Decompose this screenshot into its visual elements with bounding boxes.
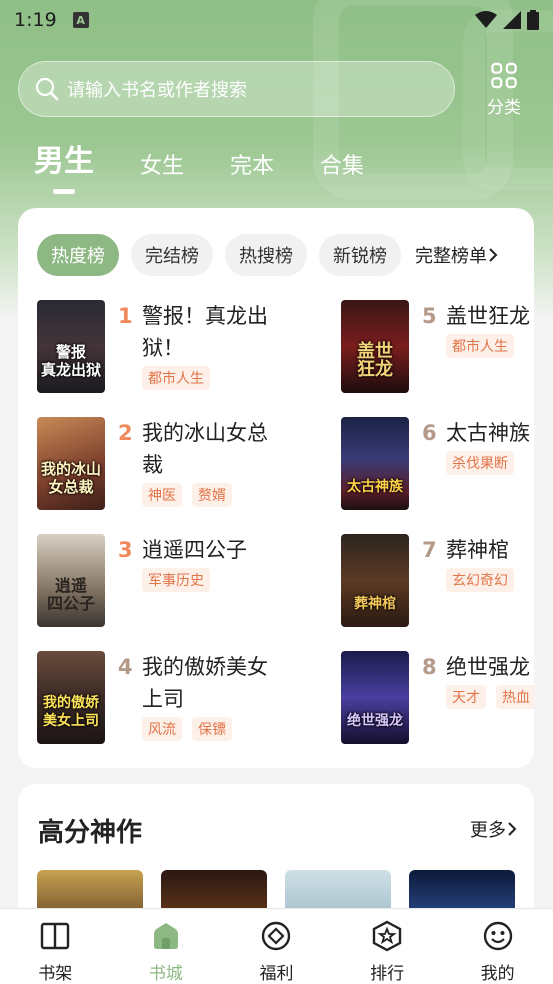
search-input[interactable]: 请输入书名或作者搜索 [18, 61, 455, 117]
tag: 杀伐果断 [446, 451, 514, 475]
rank-tab-hot-search[interactable]: 热搜榜 [225, 234, 307, 276]
book-list: 警报 真龙出狱 1 警报！真龙出狱！ 都市人生 我的冰山 女总裁 2 我的冰山女… [37, 300, 534, 760]
book-title: 逍遥四公子 [142, 538, 247, 562]
nav-bookstore[interactable]: 书城 [111, 909, 222, 984]
tag: 天才 [446, 685, 486, 709]
full-ranking-link[interactable]: 完整榜单 [415, 242, 499, 268]
rank-tab-popular[interactable]: 热度榜 [37, 234, 119, 276]
battery-icon [527, 10, 539, 30]
wifi-icon [475, 11, 497, 28]
cover-title: 我的冰山 女总裁 [40, 460, 101, 496]
rank-tab-finished[interactable]: 完结榜 [131, 234, 213, 276]
rank-number: 8 [422, 655, 437, 679]
chevron-right-icon [489, 248, 498, 262]
tag: 都市人生 [446, 334, 514, 358]
search-placeholder: 请输入书名或作者搜索 [67, 80, 247, 101]
book-item[interactable]: 盖世 狂龙 5 盖世狂龙 都市人生 [341, 300, 534, 394]
book-cover: 太古神族 [341, 417, 409, 510]
cover-title: 盖世 狂龙 [357, 341, 393, 380]
cover-title: 太古神族 [347, 479, 403, 495]
rank-number: 6 [422, 421, 437, 445]
book-item[interactable]: 逍遥 四公子 3 逍遥四公子 军事历史 [37, 534, 278, 628]
tab-collection[interactable]: 合集 [320, 140, 364, 180]
book-cover: 葬神棺 [341, 534, 409, 627]
star-badge-icon [372, 920, 402, 952]
rank-number: 1 [118, 304, 133, 328]
book-title: 我的傲娇美女上司 [142, 655, 268, 711]
book-title: 我的冰山女总裁 [142, 421, 268, 477]
tag: 军事历史 [142, 568, 210, 592]
full-ranking-label: 完整榜单 [415, 246, 487, 267]
cover-title: 绝世强龙 [347, 713, 403, 729]
book-title: 盖世狂龙 [446, 304, 530, 328]
nav-bookshelf[interactable]: 书架 [0, 909, 111, 984]
rank-number: 2 [118, 421, 133, 445]
status-time: 1:19 [14, 9, 57, 31]
tab-completed[interactable]: 完本 [230, 140, 274, 180]
cover-title: 葬神棺 [354, 596, 396, 612]
nav-profile[interactable]: 我的 [442, 909, 553, 984]
signal-icon [503, 11, 521, 29]
grid-icon [491, 62, 517, 89]
status-bar: 1:19 A [0, 0, 553, 40]
tag: 保镖 [192, 717, 232, 741]
tag: 风流 [142, 717, 182, 741]
book-title: 警报！真龙出狱！ [142, 304, 268, 360]
category-button[interactable]: 分类 [480, 62, 528, 118]
nav-label: 排行 [370, 964, 405, 984]
nav-ranking[interactable]: 排行 [332, 909, 443, 984]
cover-title: 逍遥 四公子 [46, 576, 95, 613]
book-item[interactable]: 我的傲娇 美女上司 4 我的傲娇美女上司 风流 保镖 [37, 651, 278, 745]
tag: 都市人生 [142, 366, 210, 390]
tag: 热血 [496, 685, 534, 709]
smile-icon [483, 921, 512, 951]
more-label: 更多 [470, 820, 506, 841]
book-cover: 我的冰山 女总裁 [37, 417, 105, 510]
bottom-navigation: 书架 书城 福利 排行 我的 [0, 908, 553, 984]
book-cover: 绝世强龙 [341, 651, 409, 744]
nav-label: 书架 [38, 964, 73, 984]
rank-tabs: 热度榜 完结榜 热搜榜 新锐榜 完整榜单 [37, 234, 499, 276]
nav-label: 书城 [148, 964, 183, 984]
tab-male[interactable]: 男生 [34, 140, 94, 180]
tag: 神医 [142, 483, 182, 507]
cover-title: 警报 真龙出狱 [40, 343, 101, 379]
book-item[interactable]: 太古神族 6 太古神族 杀伐果断 [341, 417, 534, 511]
rank-number: 4 [118, 655, 133, 679]
tag: 玄幻奇幻 [446, 568, 514, 592]
book-cover: 逍遥 四公子 [37, 534, 105, 627]
rank-number: 5 [422, 304, 437, 328]
book-cover: 警报 真龙出狱 [37, 300, 105, 393]
rank-number: 7 [422, 538, 437, 562]
book-cover: 我的傲娇 美女上司 [37, 651, 105, 744]
diamond-icon [262, 921, 291, 951]
tab-female[interactable]: 女生 [140, 140, 184, 180]
book-item[interactable]: 警报 真龙出狱 1 警报！真龙出狱！ 都市人生 [37, 300, 278, 394]
book-title: 葬神棺 [446, 538, 509, 562]
nav-welfare[interactable]: 福利 [221, 909, 332, 984]
ranking-card: 热度榜 完结榜 热搜榜 新锐榜 完整榜单 警报 真龙出狱 1 警报！真龙出狱！ … [18, 208, 534, 768]
nav-label: 福利 [259, 964, 294, 984]
gender-tabs: 男生 女生 完本 合集 [34, 140, 410, 180]
more-link[interactable]: 更多 [470, 816, 518, 842]
rank-number: 3 [118, 538, 133, 562]
home-icon [153, 923, 178, 949]
book-icon [41, 922, 70, 950]
book-title: 太古神族 [446, 421, 530, 445]
section-title: 高分神作 [38, 818, 143, 848]
tag: 赘婿 [192, 483, 232, 507]
book-cover: 盖世 狂龙 [341, 300, 409, 393]
search-icon [35, 77, 59, 101]
nav-label: 我的 [480, 964, 515, 984]
rank-tab-new[interactable]: 新锐榜 [319, 234, 401, 276]
book-item[interactable]: 绝世强龙 8 绝世强龙 天才 热血 [341, 651, 534, 745]
book-title: 绝世强龙 [446, 655, 530, 679]
category-label: 分类 [487, 98, 521, 118]
chevron-right-icon [508, 822, 517, 836]
book-item[interactable]: 葬神棺 7 葬神棺 玄幻奇幻 [341, 534, 534, 628]
notification-icon: A [72, 12, 89, 28]
book-item[interactable]: 我的冰山 女总裁 2 我的冰山女总裁 神医 赘婿 [37, 417, 278, 511]
cover-title: 我的傲娇 美女上司 [43, 695, 99, 729]
